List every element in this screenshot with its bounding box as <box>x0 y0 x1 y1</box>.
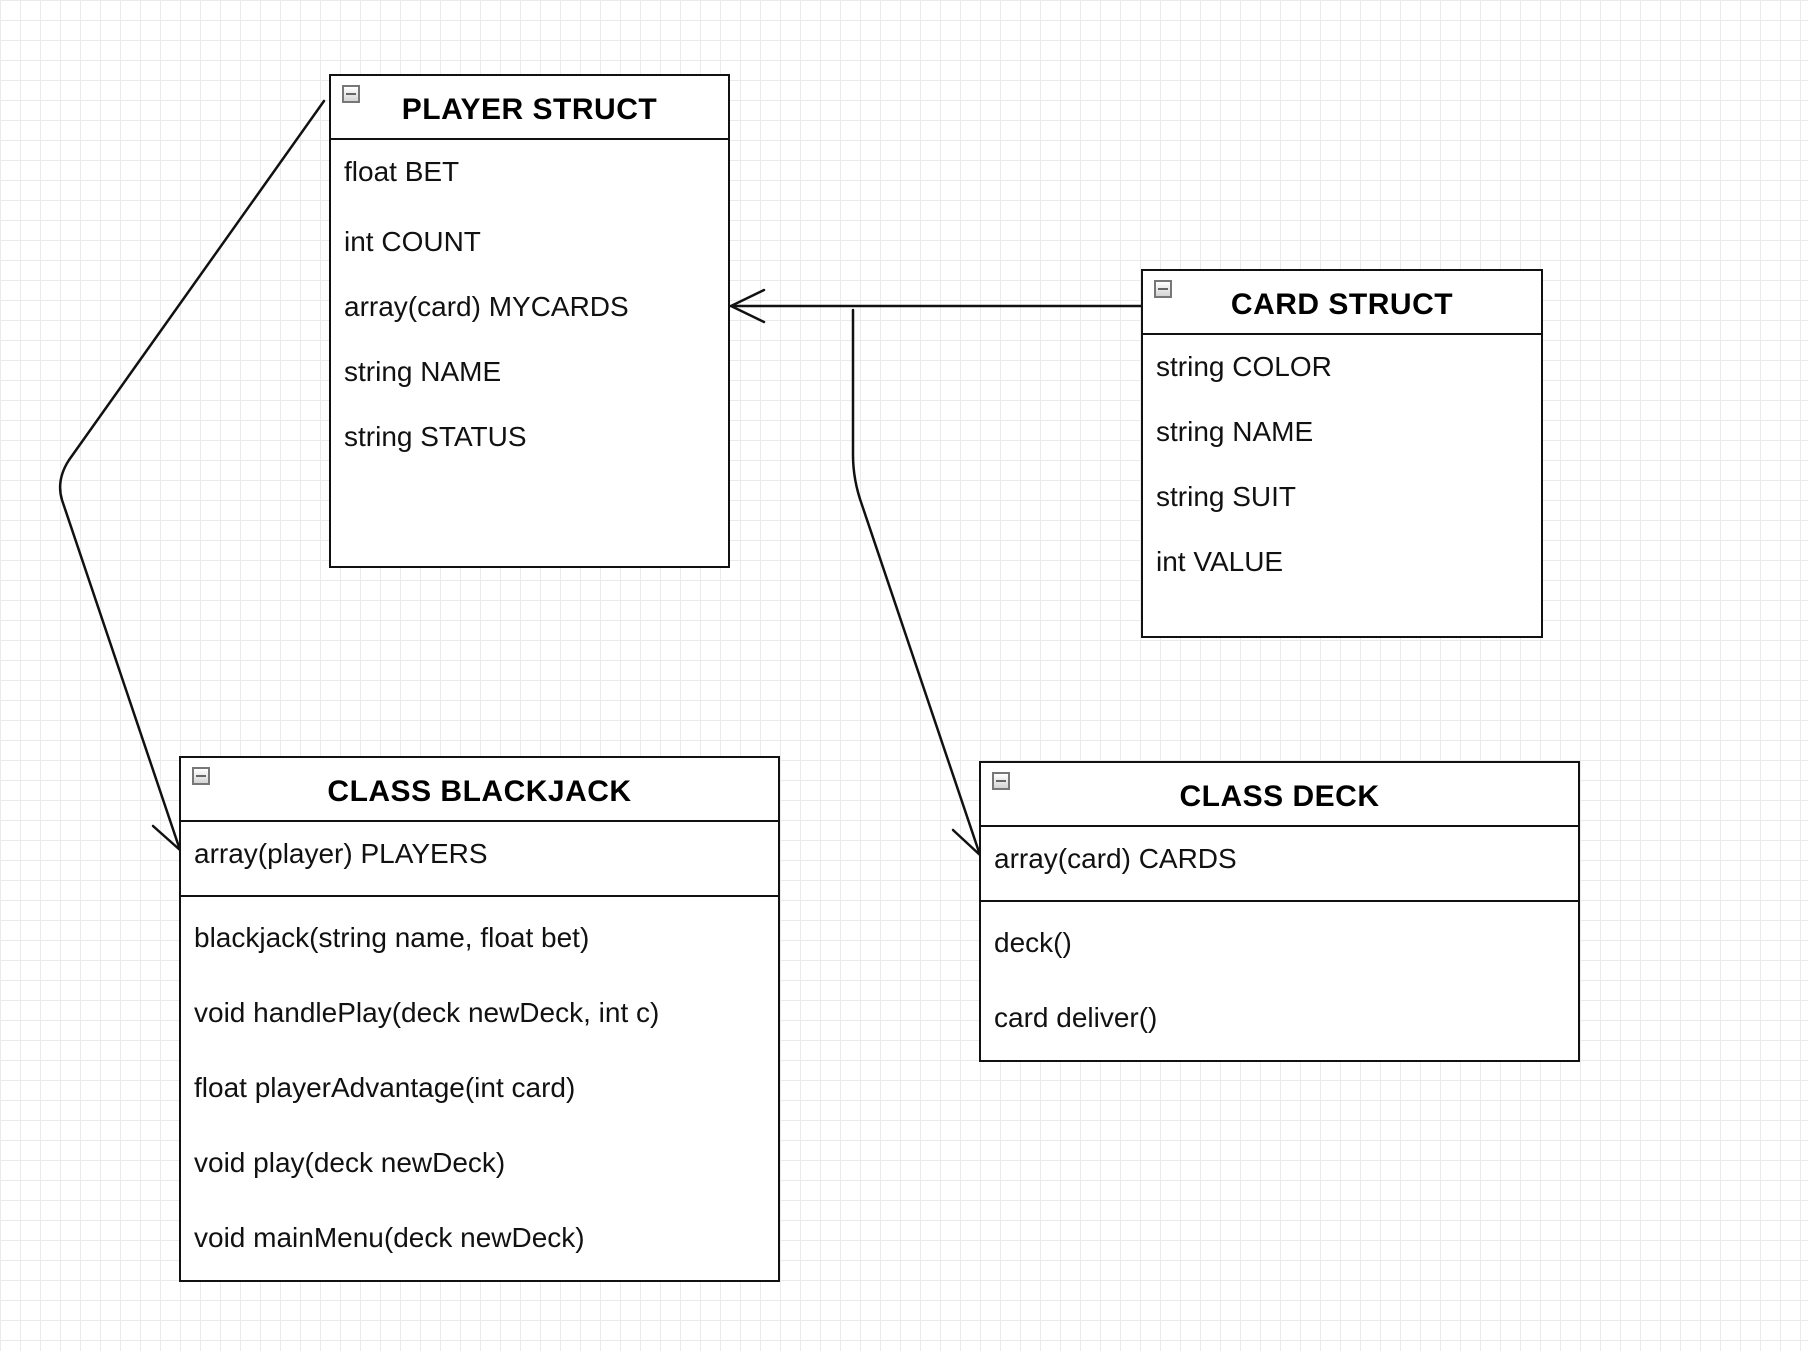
method-row: deck() <box>994 927 1072 958</box>
attribute-row: int VALUE <box>1156 546 1284 577</box>
method-row: card deliver() <box>994 1002 1158 1033</box>
method-row: void play(deck newDeck) <box>194 1147 506 1178</box>
method-row: void handlePlay(deck newDeck, int c) <box>194 997 660 1028</box>
class-blackjack-attributes: array(player) PLAYERS <box>181 822 778 897</box>
attribute-row: array(card) CARDS <box>994 843 1237 874</box>
card-struct-box[interactable]: CARD STRUCT string COLOR string NAME str… <box>1141 269 1543 638</box>
attribute-row: string SUIT <box>1156 481 1297 512</box>
player-struct-header: PLAYER STRUCT <box>331 76 728 140</box>
class-blackjack-title: CLASS BLACKJACK <box>327 775 632 808</box>
method-row: void mainMenu(deck newDeck) <box>194 1222 585 1253</box>
class-deck-title: CLASS DECK <box>1179 780 1380 813</box>
class-deck-methods: deck() card deliver() <box>981 902 1578 1057</box>
connector-player-to-blackjack[interactable] <box>58 99 326 852</box>
card-struct-title: CARD STRUCT <box>1230 288 1454 321</box>
class-deck-attributes: array(card) CARDS <box>981 827 1578 902</box>
diagram-canvas: PLAYER STRUCT float BET int COUNT array(… <box>0 0 1808 1351</box>
attribute-row: array(card) MYCARDS <box>344 291 629 322</box>
player-struct-box[interactable]: PLAYER STRUCT float BET int COUNT array(… <box>329 74 730 568</box>
attribute-row: array(player) PLAYERS <box>194 838 488 869</box>
player-struct-title: PLAYER STRUCT <box>401 93 658 126</box>
class-deck-box[interactable]: CLASS DECK array(card) CARDS deck() card… <box>979 761 1580 1062</box>
method-row: blackjack(string name, float bet) <box>194 922 590 953</box>
class-blackjack-header: CLASS BLACKJACK <box>181 758 778 822</box>
player-struct-attributes: float BET int COUNT array(card) MYCARDS … <box>331 140 728 565</box>
attribute-row: int COUNT <box>344 226 481 257</box>
attribute-row: string NAME <box>344 356 502 387</box>
attribute-row: string NAME <box>1156 416 1314 447</box>
attribute-row: string COLOR <box>1156 351 1332 382</box>
class-blackjack-box[interactable]: CLASS BLACKJACK array(player) PLAYERS bl… <box>179 756 780 1282</box>
arrowhead-open-deck <box>951 816 984 857</box>
card-struct-attributes: string COLOR string NAME string SUIT int… <box>1143 335 1541 635</box>
method-row: float playerAdvantage(int card) <box>194 1072 576 1103</box>
attribute-row: string STATUS <box>344 421 527 452</box>
attribute-row: float BET <box>344 156 460 187</box>
card-struct-header: CARD STRUCT <box>1143 271 1541 335</box>
arrowhead-open-player <box>729 288 766 324</box>
class-blackjack-methods: blackjack(string name, float bet) void h… <box>181 897 778 1277</box>
class-deck-header: CLASS DECK <box>981 763 1578 827</box>
connector-card-to-deck[interactable] <box>851 308 982 857</box>
